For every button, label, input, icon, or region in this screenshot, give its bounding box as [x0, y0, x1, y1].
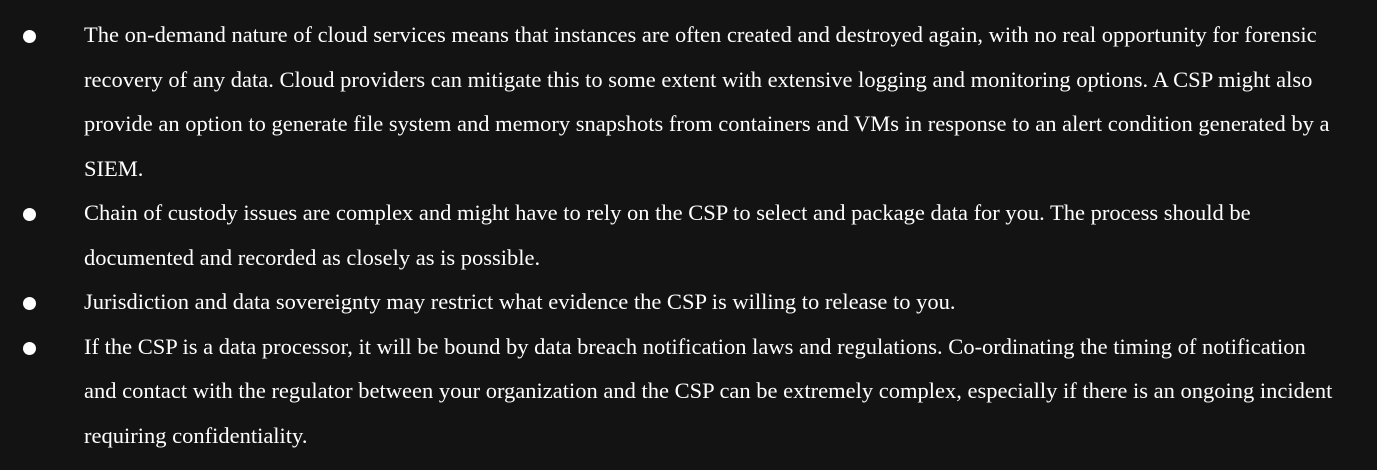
- list-item-text: Jurisdiction and data sovereignty may re…: [84, 289, 956, 314]
- list-item: Chain of custody issues are complex and …: [0, 191, 1377, 280]
- list-item: Jurisdiction and data sovereignty may re…: [0, 280, 1377, 325]
- list-item-text: If the CSP is a data processor, it will …: [84, 333, 1333, 448]
- list-item: If the CSP is a data processor, it will …: [0, 325, 1377, 459]
- list-item: The on-demand nature of cloud services m…: [0, 13, 1377, 191]
- bullet-list: The on-demand nature of cloud services m…: [0, 13, 1377, 458]
- bullet-icon: [23, 208, 36, 221]
- bullet-icon: [23, 341, 36, 355]
- list-item-text: The on-demand nature of cloud services m…: [84, 22, 1330, 181]
- document-body: The on-demand nature of cloud services m…: [0, 0, 1377, 470]
- bullet-icon: [23, 30, 36, 43]
- bullet-icon: [23, 297, 36, 310]
- list-item-text: Chain of custody issues are complex and …: [84, 200, 1251, 270]
